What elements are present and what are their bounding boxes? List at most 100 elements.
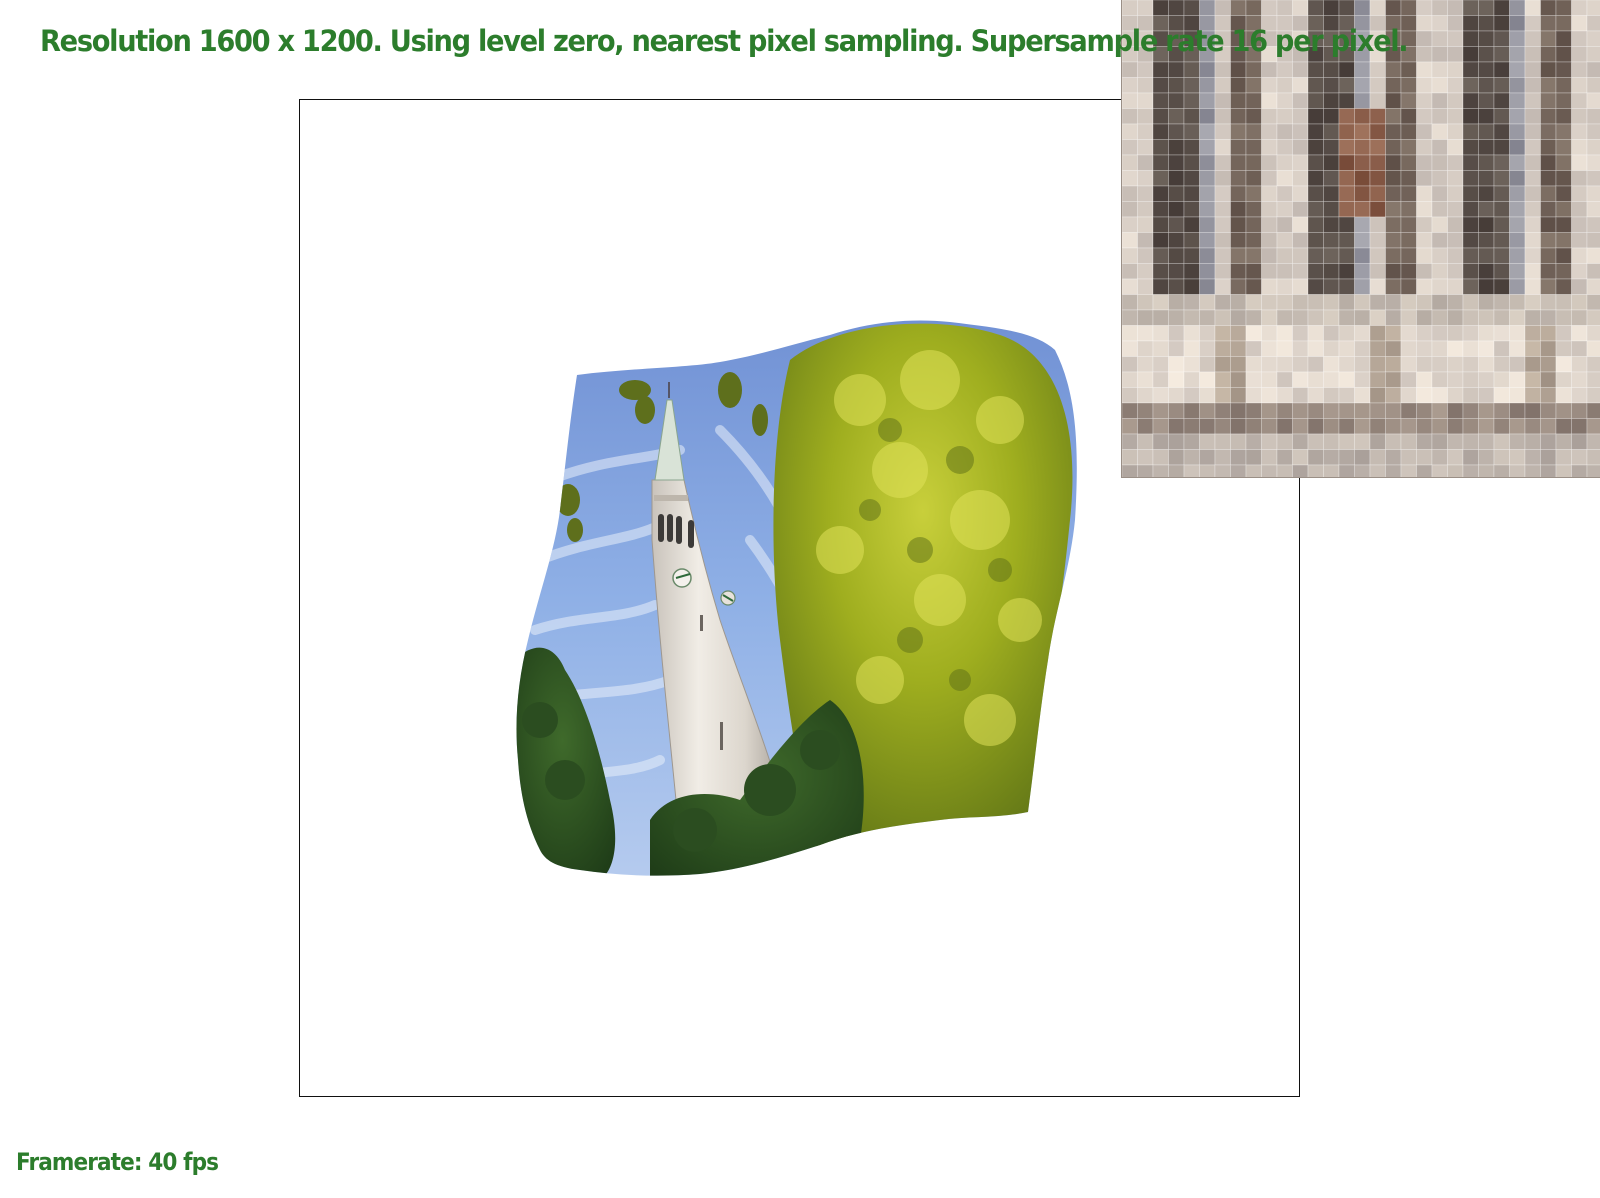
texel-cell xyxy=(1292,464,1309,477)
texel-cell xyxy=(1509,325,1526,342)
texel-cell xyxy=(1307,108,1324,125)
texel-cell xyxy=(1447,263,1464,280)
texel-cell xyxy=(1307,139,1324,156)
texel-cell xyxy=(1555,340,1572,357)
texel-cell xyxy=(1431,418,1448,435)
texel-cell xyxy=(1586,154,1600,171)
texel-cell xyxy=(1338,356,1355,373)
texel-cell xyxy=(1416,402,1433,419)
texel-cell xyxy=(1493,387,1510,404)
texel-cell xyxy=(1462,123,1479,140)
texel-cell xyxy=(1540,170,1557,187)
texel-cell xyxy=(1416,387,1433,404)
texel-cell xyxy=(1555,309,1572,326)
texel-cell xyxy=(1168,154,1185,171)
texel-cell xyxy=(1137,0,1154,16)
texel-cell xyxy=(1261,340,1278,357)
texel-cell xyxy=(1447,108,1464,125)
texel-cell xyxy=(1199,61,1216,78)
texel-cell xyxy=(1152,201,1169,218)
texel-cell xyxy=(1431,77,1448,94)
texel-cell xyxy=(1571,77,1588,94)
texel-cell xyxy=(1230,433,1247,450)
texel-cell xyxy=(1586,15,1600,32)
texel-cell xyxy=(1245,325,1262,342)
texel-cell xyxy=(1292,263,1309,280)
texel-cell xyxy=(1524,46,1541,63)
texel-cell xyxy=(1509,170,1526,187)
texel-cell xyxy=(1571,216,1588,233)
texel-cell xyxy=(1307,154,1324,171)
texel-cell xyxy=(1400,356,1417,373)
texel-cell xyxy=(1122,108,1138,125)
texel-cell xyxy=(1555,201,1572,218)
texel-cell xyxy=(1214,201,1231,218)
texel-cell xyxy=(1447,0,1464,16)
texel-cell xyxy=(1431,232,1448,249)
texel-cell xyxy=(1540,433,1557,450)
texel-cell xyxy=(1447,46,1464,63)
texel-cell xyxy=(1493,61,1510,78)
texel-cell xyxy=(1354,232,1371,249)
texel-cell xyxy=(1183,263,1200,280)
texel-cell xyxy=(1524,433,1541,450)
texel-cell xyxy=(1183,139,1200,156)
texel-cell xyxy=(1540,309,1557,326)
texel-cell xyxy=(1493,77,1510,94)
texel-cell xyxy=(1168,278,1185,295)
texel-cell xyxy=(1137,356,1154,373)
texel-cell xyxy=(1416,371,1433,388)
texel-cell xyxy=(1509,418,1526,435)
texel-cell xyxy=(1571,108,1588,125)
texel-cell xyxy=(1168,402,1185,419)
texel-cell xyxy=(1168,418,1185,435)
texel-cell xyxy=(1276,170,1293,187)
texel-cell xyxy=(1555,170,1572,187)
texel-cell xyxy=(1447,123,1464,140)
texel-cell xyxy=(1416,263,1433,280)
texel-cell xyxy=(1230,340,1247,357)
texel-cell xyxy=(1245,464,1262,477)
texel-cell xyxy=(1168,77,1185,94)
texel-cell xyxy=(1400,216,1417,233)
texel-cell xyxy=(1586,294,1600,311)
texel-cell xyxy=(1338,294,1355,311)
texel-cell xyxy=(1338,387,1355,404)
texel-cell xyxy=(1354,402,1371,419)
texel-cell xyxy=(1586,433,1600,450)
texel-cell xyxy=(1400,123,1417,140)
texel-cell xyxy=(1168,371,1185,388)
texel-cell xyxy=(1385,449,1402,466)
texel-cell xyxy=(1276,464,1293,477)
texel-cell xyxy=(1261,371,1278,388)
texel-cell xyxy=(1462,278,1479,295)
texel-cell xyxy=(1168,247,1185,264)
texel-cell xyxy=(1276,154,1293,171)
texel-cell xyxy=(1385,325,1402,342)
texel-cell xyxy=(1462,418,1479,435)
texel-cell xyxy=(1152,309,1169,326)
texel-cell xyxy=(1509,61,1526,78)
texel-cell xyxy=(1323,108,1340,125)
texel-cell xyxy=(1122,185,1138,202)
texel-cell xyxy=(1431,61,1448,78)
texel-cell xyxy=(1168,201,1185,218)
texel-cell xyxy=(1540,371,1557,388)
texel-cell xyxy=(1323,418,1340,435)
texel-cell xyxy=(1292,278,1309,295)
texel-cell xyxy=(1478,170,1495,187)
texel-cell xyxy=(1292,356,1309,373)
texel-cell xyxy=(1524,0,1541,16)
texel-cell xyxy=(1323,247,1340,264)
texel-cell xyxy=(1261,263,1278,280)
texel-cell xyxy=(1524,108,1541,125)
texel-cell xyxy=(1493,232,1510,249)
texel-cell xyxy=(1261,216,1278,233)
texel-cell xyxy=(1478,371,1495,388)
texel-cell xyxy=(1137,325,1154,342)
texel-cell xyxy=(1369,108,1386,125)
texel-cell xyxy=(1493,278,1510,295)
texel-cell xyxy=(1369,185,1386,202)
texel-cell xyxy=(1214,185,1231,202)
texel-cell xyxy=(1540,278,1557,295)
